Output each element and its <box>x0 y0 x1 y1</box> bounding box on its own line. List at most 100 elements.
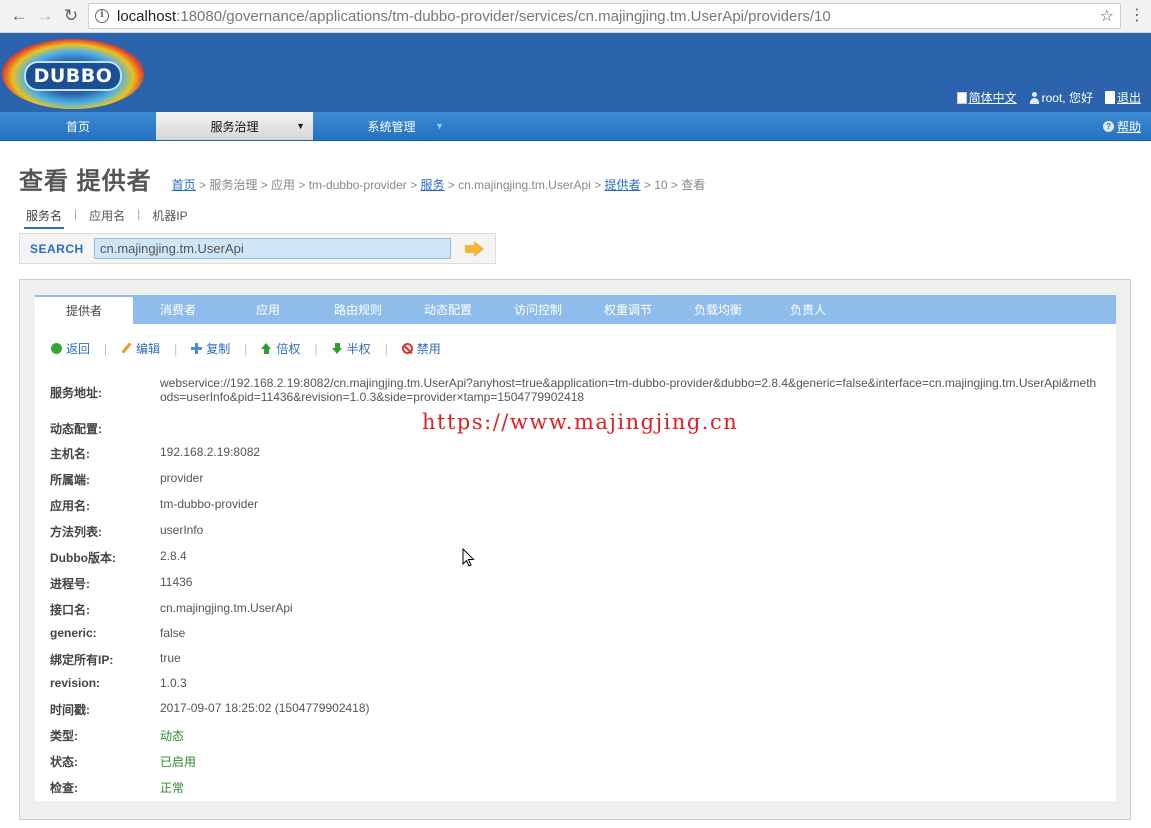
tab-3[interactable]: 路由规则 <box>313 295 403 324</box>
action-separator: | <box>104 341 108 356</box>
detail-key: 状态: <box>50 755 78 769</box>
action-button-0[interactable]: 返回 <box>51 340 90 357</box>
filter-separator: | <box>74 207 78 221</box>
logout-link[interactable]: 退出 <box>1104 89 1141 106</box>
breadcrumb: 首页 > 服务治理 > 应用 > tm-dubbo-provider > 服务 … <box>172 176 706 193</box>
detail-key: 服务地址: <box>50 386 102 400</box>
logout-icon <box>1104 91 1115 104</box>
detail-value: 192.168.2.19:8082 <box>160 445 261 459</box>
detail-key: 进程号: <box>50 577 90 591</box>
detail-value: true <box>160 651 181 665</box>
action-button-1[interactable]: 编辑 <box>121 340 160 357</box>
detail-row: 应用名: tm-dubbo-provider <box>50 497 1100 514</box>
detail-row: 状态: 已启用 <box>50 753 1100 770</box>
filter-tab-0[interactable]: 服务名 <box>24 207 65 229</box>
detail-key: 所属端: <box>50 473 90 487</box>
action-separator: | <box>314 341 318 356</box>
half-weight-icon <box>331 343 343 354</box>
logout-label[interactable]: 退出 <box>1117 89 1141 106</box>
detail-row: revision: 1.0.3 <box>50 676 1100 690</box>
forward-arrow-icon[interactable]: → <box>32 3 58 29</box>
search-bar: SEARCH <box>19 233 496 264</box>
tab-8[interactable]: 负责人 <box>763 295 853 324</box>
detail-value: 2.8.4 <box>160 549 187 563</box>
language-link[interactable]: 简体中文 <box>956 89 1017 106</box>
nav-governance-label: 服务治理 <box>210 119 259 134</box>
breadcrumb-text: > 服务治理 > 应用 > tm-dubbo-provider > <box>195 178 421 192</box>
search-input[interactable] <box>94 238 451 259</box>
detail-row: 进程号: 11436 <box>50 575 1100 592</box>
action-button-4[interactable]: 半权 <box>331 340 371 357</box>
detail-key: 类型: <box>50 729 78 743</box>
tab-1[interactable]: 消费者 <box>133 295 223 324</box>
detail-key: 时间戳: <box>50 703 90 717</box>
tab-7[interactable]: 负载均衡 <box>673 295 763 324</box>
bookmark-star-icon[interactable]: ☆ <box>1100 6 1114 26</box>
reload-icon[interactable]: ↻ <box>58 3 84 29</box>
tab-0[interactable]: 提供者 <box>35 295 133 324</box>
detail-row: 服务地址: webservice://192.168.2.19:8082/cn.m… <box>50 376 1100 404</box>
detail-row: Dubbo版本: 2.8.4 <box>50 549 1100 566</box>
double-weight-icon <box>261 343 272 354</box>
tab-6[interactable]: 权重调节 <box>583 295 673 324</box>
action-label: 倍权 <box>276 342 301 356</box>
action-bar: 返回 | 编辑 | 复制 | 倍权 | 半权 | 禁用 <box>51 340 441 357</box>
address-bar[interactable]: i localhost:18080/governance/application… <box>88 3 1121 29</box>
breadcrumb-link[interactable]: 首页 <box>172 178 196 192</box>
title-bar: 查看 提供者 首页 > 服务治理 > 应用 > tm-dubbo-provide… <box>19 161 705 196</box>
search-arrow-icon[interactable] <box>465 240 485 257</box>
nav-help[interactable]: ? 帮助 <box>1102 112 1141 140</box>
nav-help-label: 帮助 <box>1116 119 1141 134</box>
search-label: SEARCH <box>30 241 84 256</box>
detail-key: generic: <box>50 626 97 640</box>
nav-home[interactable]: 首页 <box>0 112 156 140</box>
detail-row: 方法列表: userInfo <box>50 523 1100 540</box>
nav-system[interactable]: 系统管理 ▼ <box>313 112 470 140</box>
user-icon <box>1029 91 1040 104</box>
action-label: 返回 <box>66 342 91 356</box>
filter-separator: | <box>137 207 141 221</box>
disable-icon <box>401 343 413 354</box>
detail-key: 方法列表: <box>50 525 102 539</box>
content-panel: 提供者 消费者 应用 路由规则 动态配置 访问控制 权重调节 负载均衡 负责人 返回 | 编辑 | 复制… <box>19 279 1131 820</box>
watermark: https://www.majingjing.cn <box>422 410 739 434</box>
action-button-3[interactable]: 倍权 <box>261 340 300 357</box>
nav-system-label: 系统管理 <box>367 119 416 134</box>
dropdown-arrow-icon: ▼ <box>296 121 305 131</box>
nav-governance[interactable]: 服务治理 ▼ <box>156 112 313 140</box>
section-tabs: 提供者 消费者 应用 路由规则 动态配置 访问控制 权重调节 负载均衡 负责人 <box>35 295 1116 324</box>
logo-text: DUBBO <box>24 61 122 91</box>
browser-toolbar: ← → ↻ i localhost:18080/governance/appli… <box>0 0 1151 33</box>
detail-row: 类型: 动态 <box>50 727 1100 744</box>
site-header: DUBBO 简体中文 root, 您好 退出 <box>0 33 1151 112</box>
breadcrumb-link[interactable]: 提供者 <box>605 178 641 192</box>
back-arrow-icon[interactable]: ← <box>6 3 32 29</box>
detail-value: provider <box>160 471 204 485</box>
detail-row: generic: false <box>50 626 1100 640</box>
detail-value: false <box>160 626 186 640</box>
detail-value: 动态 <box>160 729 185 743</box>
action-button-2[interactable]: 复制 <box>191 340 230 357</box>
detail-value: cn.majingjing.tm.UserApi <box>160 601 293 615</box>
detail-key: revision: <box>50 676 101 690</box>
language-label[interactable]: 简体中文 <box>969 89 1017 106</box>
action-button-5[interactable]: 禁用 <box>401 340 441 357</box>
detail-key: 接口名: <box>50 603 90 617</box>
breadcrumb-link[interactable]: 服务 <box>420 178 444 192</box>
page-title: 查看 提供者 <box>19 168 152 195</box>
search-filter-tabs: 服务名 | 应用名 | 机器IP <box>24 207 190 229</box>
detail-row: 时间戳: 2017-09-07 18:25:02 (1504779902418) <box>50 701 1100 718</box>
dubbo-logo[interactable]: DUBBO <box>2 39 144 109</box>
info-icon[interactable]: i <box>95 9 109 23</box>
tab-2[interactable]: 应用 <box>223 295 313 324</box>
nav-home-label: 首页 <box>65 119 90 134</box>
browser-menu-icon[interactable]: ⋮ <box>1129 8 1145 24</box>
filter-tab-2[interactable]: 机器IP <box>150 207 189 224</box>
detail-value: tm-dubbo-provider <box>160 497 259 511</box>
tab-5[interactable]: 访问控制 <box>493 295 583 324</box>
action-label: 半权 <box>346 342 371 356</box>
tab-4[interactable]: 动态配置 <box>403 295 493 324</box>
filter-tab-1[interactable]: 应用名 <box>87 207 127 224</box>
detail-key: 绑定所有IP: <box>50 653 114 667</box>
user-info: root, 您好 <box>1029 89 1093 106</box>
